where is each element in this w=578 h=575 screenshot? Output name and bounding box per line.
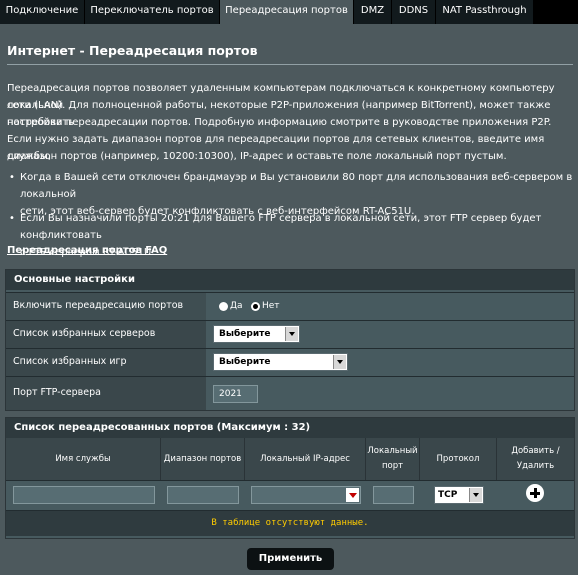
ftp-port-row: Порт FTP-сервера 2021 xyxy=(6,376,574,410)
bullet-icon: • xyxy=(9,172,15,183)
dropdown-arrow-icon xyxy=(333,355,346,369)
col-port-range: Диапазон портов xyxy=(161,438,245,480)
favorite-games-select[interactable]: Выберите xyxy=(213,353,348,371)
tab-connection[interactable]: Подключение xyxy=(0,0,85,24)
favorite-servers-select[interactable]: Выберите xyxy=(213,325,300,343)
port-list-header: Список переадресованных портов (Максимум… xyxy=(6,418,574,438)
tab-nat-passthrough[interactable]: NAT Passthrough xyxy=(436,0,534,24)
note-bullet-2: • Если Вы назначили порты 20:21 для Ваше… xyxy=(9,210,575,258)
note-1-line-1: Когда в Вашей сети отключен брандмауэр и… xyxy=(20,172,573,200)
radio-no-label: Нет xyxy=(262,301,280,311)
add-rule-plus-icon[interactable] xyxy=(526,484,544,502)
dropdown-arrow-icon xyxy=(469,488,482,502)
apply-button[interactable]: Применить xyxy=(247,548,334,570)
favorite-servers-row: Список избранных серверов Выберите xyxy=(6,320,574,348)
new-rule-row: TCP xyxy=(6,480,574,510)
local-port-input[interactable] xyxy=(373,486,414,504)
bullet-icon: • xyxy=(9,213,15,224)
enable-forwarding-label: Включить переадресацию портов xyxy=(6,293,206,320)
col-service-name: Имя службы xyxy=(6,438,161,480)
favorite-servers-label: Список избранных серверов xyxy=(6,321,206,348)
enable-forwarding-row: Включить переадресацию портов Да Нет xyxy=(6,292,574,320)
tab-port-trigger[interactable]: Переключатель портов xyxy=(85,0,220,24)
ip-dropdown-icon[interactable] xyxy=(346,488,359,502)
empty-table-message: В таблице отсутствуют данные. xyxy=(6,510,574,536)
col-local-ip: Локальный IP-адрес xyxy=(245,438,366,480)
faq-link[interactable]: Переадресация портов FAQ xyxy=(7,245,167,256)
description-line-3: настройки переадресации портов. Подробну… xyxy=(7,117,552,128)
favorite-games-value: Выберите xyxy=(219,357,271,367)
dropdown-arrow-icon xyxy=(285,327,298,341)
favorite-games-label: Список избранных игр xyxy=(6,349,206,376)
favorite-servers-value: Выберите xyxy=(219,329,271,339)
protocol-value: TCP xyxy=(438,490,458,500)
port-range-input[interactable] xyxy=(167,486,239,504)
col-add-delete: Добавить / Удалить xyxy=(511,446,560,471)
tab-dmz[interactable]: DMZ xyxy=(354,0,392,24)
title-divider xyxy=(7,64,573,65)
tab-bar: Подключение Переключатель портов Переадр… xyxy=(0,0,578,24)
ftp-port-input[interactable]: 2021 xyxy=(213,385,258,403)
favorite-games-row: Список избранных игр Выберите xyxy=(6,348,574,376)
protocol-select[interactable]: TCP xyxy=(434,486,484,504)
service-name-input[interactable] xyxy=(13,486,155,504)
port-list-panel: Список переадресованных портов (Максимум… xyxy=(5,417,575,539)
tab-ddns[interactable]: DDNS xyxy=(392,0,436,24)
col-protocol: Протокол xyxy=(420,438,497,480)
page-title: Интернет - Переадресация портов xyxy=(7,43,258,58)
description-line-5: диапазон портов (например, 10200:10300),… xyxy=(7,151,507,162)
note-bullet-1: • Когда в Вашей сети отключен брандмауэр… xyxy=(9,169,575,217)
basic-settings-panel: Основные настройки Включить переадресаци… xyxy=(5,269,575,411)
col-local-port: Локальный порт xyxy=(366,438,420,480)
ftp-port-label: Порт FTP-сервера xyxy=(6,377,206,410)
note-2-line-1: Если Вы назначили порты 20:21 для Вашего… xyxy=(20,213,542,241)
basic-settings-header: Основные настройки xyxy=(6,270,574,290)
radio-yes-label: Да xyxy=(230,301,243,311)
local-ip-input[interactable] xyxy=(251,486,361,504)
radio-yes[interactable] xyxy=(219,302,228,311)
port-list-columns: Имя службы Диапазон портов Локальный IP-… xyxy=(6,438,574,480)
tab-port-forwarding[interactable]: Переадресация портов xyxy=(220,0,354,24)
radio-no[interactable] xyxy=(251,302,260,311)
